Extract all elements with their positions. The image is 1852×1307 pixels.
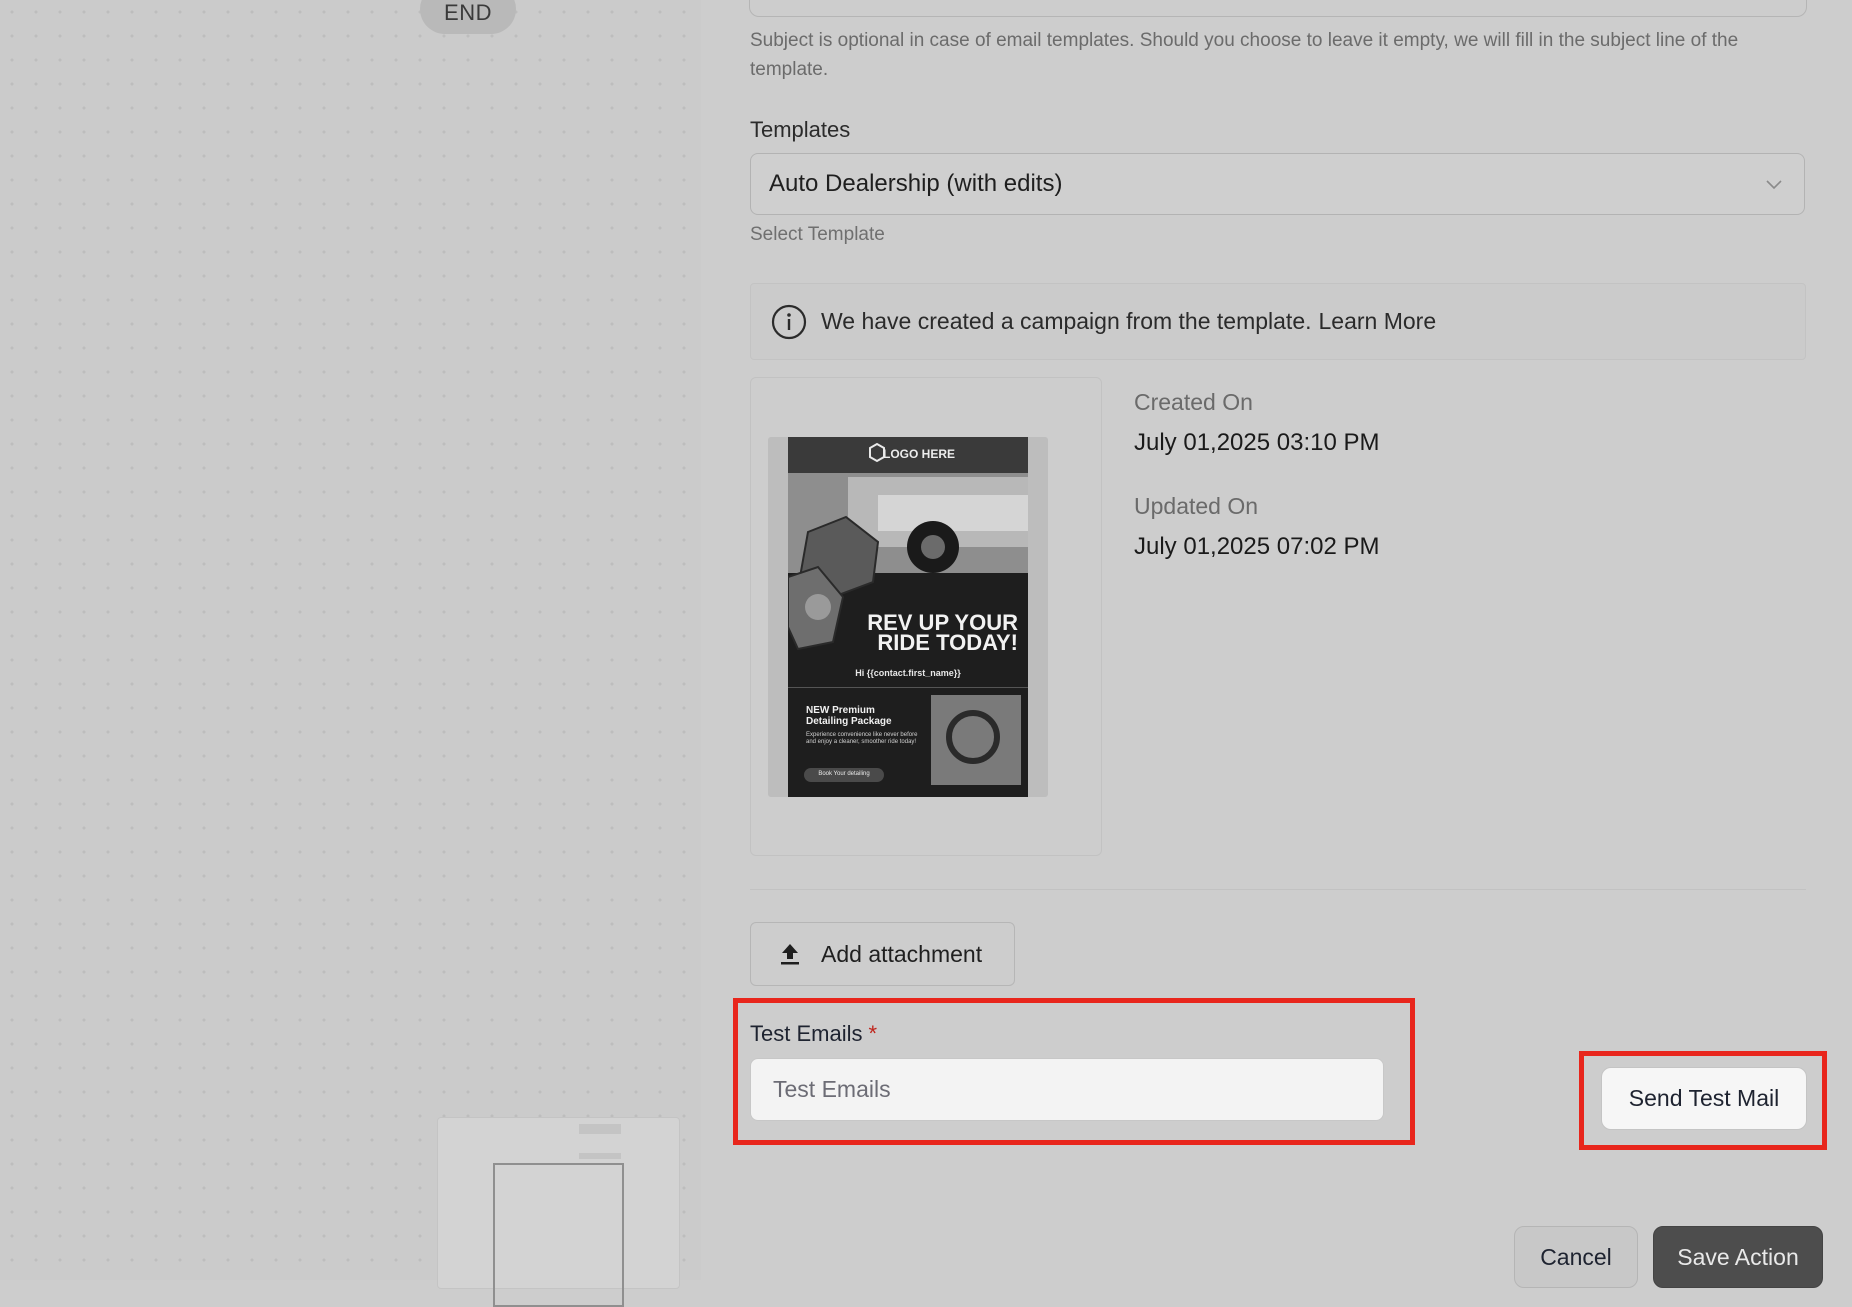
minimap-node: [579, 1124, 621, 1134]
preview-cta: Book Your detailing: [818, 771, 870, 777]
updated-on-label: Updated On: [1134, 493, 1259, 519]
workflow-canvas[interactable]: END: [0, 0, 701, 1307]
preview-greeting: Hi {{contact.first_name}}: [855, 668, 961, 678]
preview-package-title-1: NEW Premium: [806, 705, 875, 716]
add-attachment-button[interactable]: Add attachment: [750, 922, 1015, 986]
learn-more-link[interactable]: Learn More: [1319, 308, 1437, 335]
created-on-value: July 01,2025 03:10 PM: [1134, 429, 1380, 456]
preview-package-title-2: Detailing Package: [806, 716, 892, 727]
send-test-mail-button[interactable]: Send Test Mail: [1601, 1067, 1807, 1130]
chevron-down-icon: [1766, 180, 1782, 190]
templates-label: Templates: [750, 117, 851, 142]
action-settings-panel: Subject is optional in case of email tem…: [701, 0, 1852, 1288]
minimap[interactable]: [437, 1117, 680, 1307]
subject-input[interactable]: [749, 0, 1807, 17]
minimap-node: [579, 1153, 621, 1159]
add-attachment-label: Add attachment: [821, 940, 983, 967]
created-on-label: Created On: [1134, 389, 1253, 415]
templates-select[interactable]: Auto Dealership (with edits): [750, 153, 1805, 215]
save-action-button[interactable]: Save Action: [1653, 1226, 1823, 1288]
info-icon: [771, 304, 807, 339]
info-message: We have created a campaign from the temp…: [821, 308, 1312, 334]
info-banner: We have created a campaign from the temp…: [750, 283, 1806, 360]
test-emails-input[interactable]: [750, 1058, 1384, 1121]
required-asterisk: *: [868, 1021, 878, 1046]
preview-logo-text: LOGO HERE: [883, 447, 956, 461]
templates-hint: Select Template: [750, 224, 885, 245]
upload-icon: [781, 944, 799, 965]
minimap-viewport[interactable]: [493, 1163, 624, 1307]
template-thumbnail: LOGO HERE REV UP YOUR RIDE TODAY! Hi {{c…: [788, 437, 1028, 797]
end-node[interactable]: END: [420, 0, 516, 34]
template-preview-card[interactable]: LOGO HERE REV UP YOUR RIDE TODAY! Hi {{c…: [750, 377, 1102, 856]
preview-headline-2: RIDE TODAY!: [877, 630, 1018, 655]
updated-on-value: July 01,2025 07:02 PM: [1134, 533, 1380, 560]
test-emails-label: Test Emails *: [750, 1021, 877, 1047]
test-emails-label-text: Test Emails: [750, 1021, 863, 1046]
subject-hint: Subject is optional in case of email tem…: [750, 30, 1739, 80]
preview-package-body: Experience convenience like never before…: [806, 732, 918, 745]
cancel-button[interactable]: Cancel: [1514, 1226, 1638, 1288]
templates-selected-value: Auto Dealership (with edits): [769, 170, 1063, 197]
section-divider: [750, 889, 1806, 890]
